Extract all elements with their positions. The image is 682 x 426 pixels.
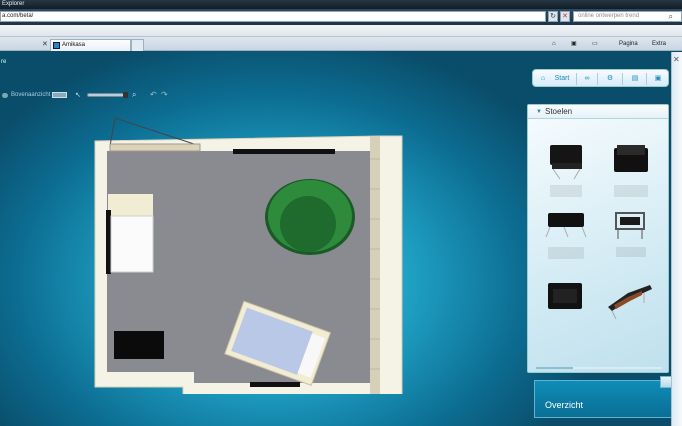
chaise-longue[interactable] [608, 285, 652, 320]
chair-barcelona[interactable] [550, 145, 582, 197]
print-plan-icon[interactable]: ▤ [626, 72, 644, 86]
chair-grand-confort[interactable] [548, 283, 582, 309]
search-input[interactable]: online ontwerpen trend ⌕ [573, 11, 682, 22]
search-icon[interactable]: ⌕ [669, 12, 673, 21]
close-sidebar-icon[interactable]: ✕ [673, 55, 680, 64]
chair-lc1[interactable] [615, 212, 646, 257]
settings-icon[interactable]: ⚙ [601, 72, 619, 86]
feeds-icon[interactable]: ▣ [571, 39, 577, 49]
bed-left-edge [106, 210, 111, 274]
view-label: Bovenaanzicht [11, 92, 51, 98]
toolbar-divider [646, 73, 647, 85]
page-label: re [1, 59, 7, 65]
chair-cube[interactable] [614, 145, 648, 197]
refresh-icon[interactable]: ↻ [548, 11, 558, 22]
overview-panel[interactable]: Overzicht [534, 380, 675, 418]
tools-menu[interactable]: Extra [652, 39, 666, 49]
start-button[interactable]: Start [551, 72, 573, 86]
action-toolbar: ⌂ Start ∞ ⚙ ▤ ▣ [532, 69, 669, 87]
furniture-panel: ▼ Stoelen [527, 104, 669, 373]
bed-headboard [108, 194, 153, 216]
magnifier-icon[interactable]: ⌕ [132, 90, 136, 100]
home-icon[interactable]: ⌂ [552, 39, 556, 49]
green-armchair [265, 179, 355, 255]
zoom-level-box[interactable] [52, 92, 67, 98]
floor-plan[interactable] [90, 114, 410, 394]
view-toggle[interactable] [2, 93, 8, 98]
right-wall-strip [370, 136, 380, 394]
close-icon[interactable]: ✕ [42, 40, 48, 48]
toolbar-divider [622, 73, 623, 85]
bed [110, 215, 154, 273]
url-field[interactable]: a.com/beta/ [0, 11, 546, 22]
search-placeholder: online ontwerpen trend [578, 13, 640, 19]
overview-label: Overzicht [545, 400, 584, 410]
save-icon[interactable]: ▣ [649, 72, 667, 86]
panel-scrollbar[interactable] [536, 367, 662, 369]
page-menu[interactable]: Pagina [619, 39, 638, 49]
print-icon[interactable]: ▭ [592, 39, 598, 49]
start-icon[interactable]: ⌂ [536, 72, 550, 86]
tab-label: Amikasa [62, 42, 86, 48]
tab-amikasa[interactable]: Amikasa [50, 39, 131, 51]
panel-scroll-thumb[interactable] [536, 367, 573, 369]
panel-title: Stoelen [545, 107, 573, 116]
redo-icon[interactable]: ↷ [161, 90, 168, 99]
panel-header[interactable]: ▼ Stoelen [528, 105, 668, 119]
window-titlebar: Explorer [0, 0, 682, 9]
toolbar-divider [597, 73, 598, 85]
zoom-slider-handle[interactable] [123, 92, 128, 98]
window-title: Explorer [2, 1, 25, 7]
favicon-icon [53, 42, 60, 49]
cursor-icon[interactable]: ↖ [75, 91, 81, 99]
undo-icon[interactable]: ↶ [150, 90, 157, 99]
new-tab-button[interactable] [131, 39, 144, 51]
page-scrollbar[interactable] [671, 52, 682, 426]
zoom-slider[interactable] [87, 93, 127, 97]
tab-row: ✕ Amikasa ⌂ ▣ ▭ Pagina Extra [0, 37, 682, 51]
door-frame [109, 143, 201, 152]
window-bottom [250, 382, 300, 387]
favorites-bar [0, 25, 682, 37]
window-top [233, 149, 335, 154]
ottoman[interactable] [545, 213, 587, 259]
collapse-arrow-icon[interactable]: ▼ [536, 109, 542, 115]
stop-icon[interactable]: ✕ [560, 11, 570, 22]
view-toolbar: Bovenaanzicht ↖ ⌕ ↶ ↷ [2, 90, 172, 101]
toolbar-divider [576, 73, 577, 85]
chair-grid [545, 145, 652, 320]
link-icon[interactable]: ∞ [580, 72, 594, 86]
tv-console [114, 331, 164, 359]
